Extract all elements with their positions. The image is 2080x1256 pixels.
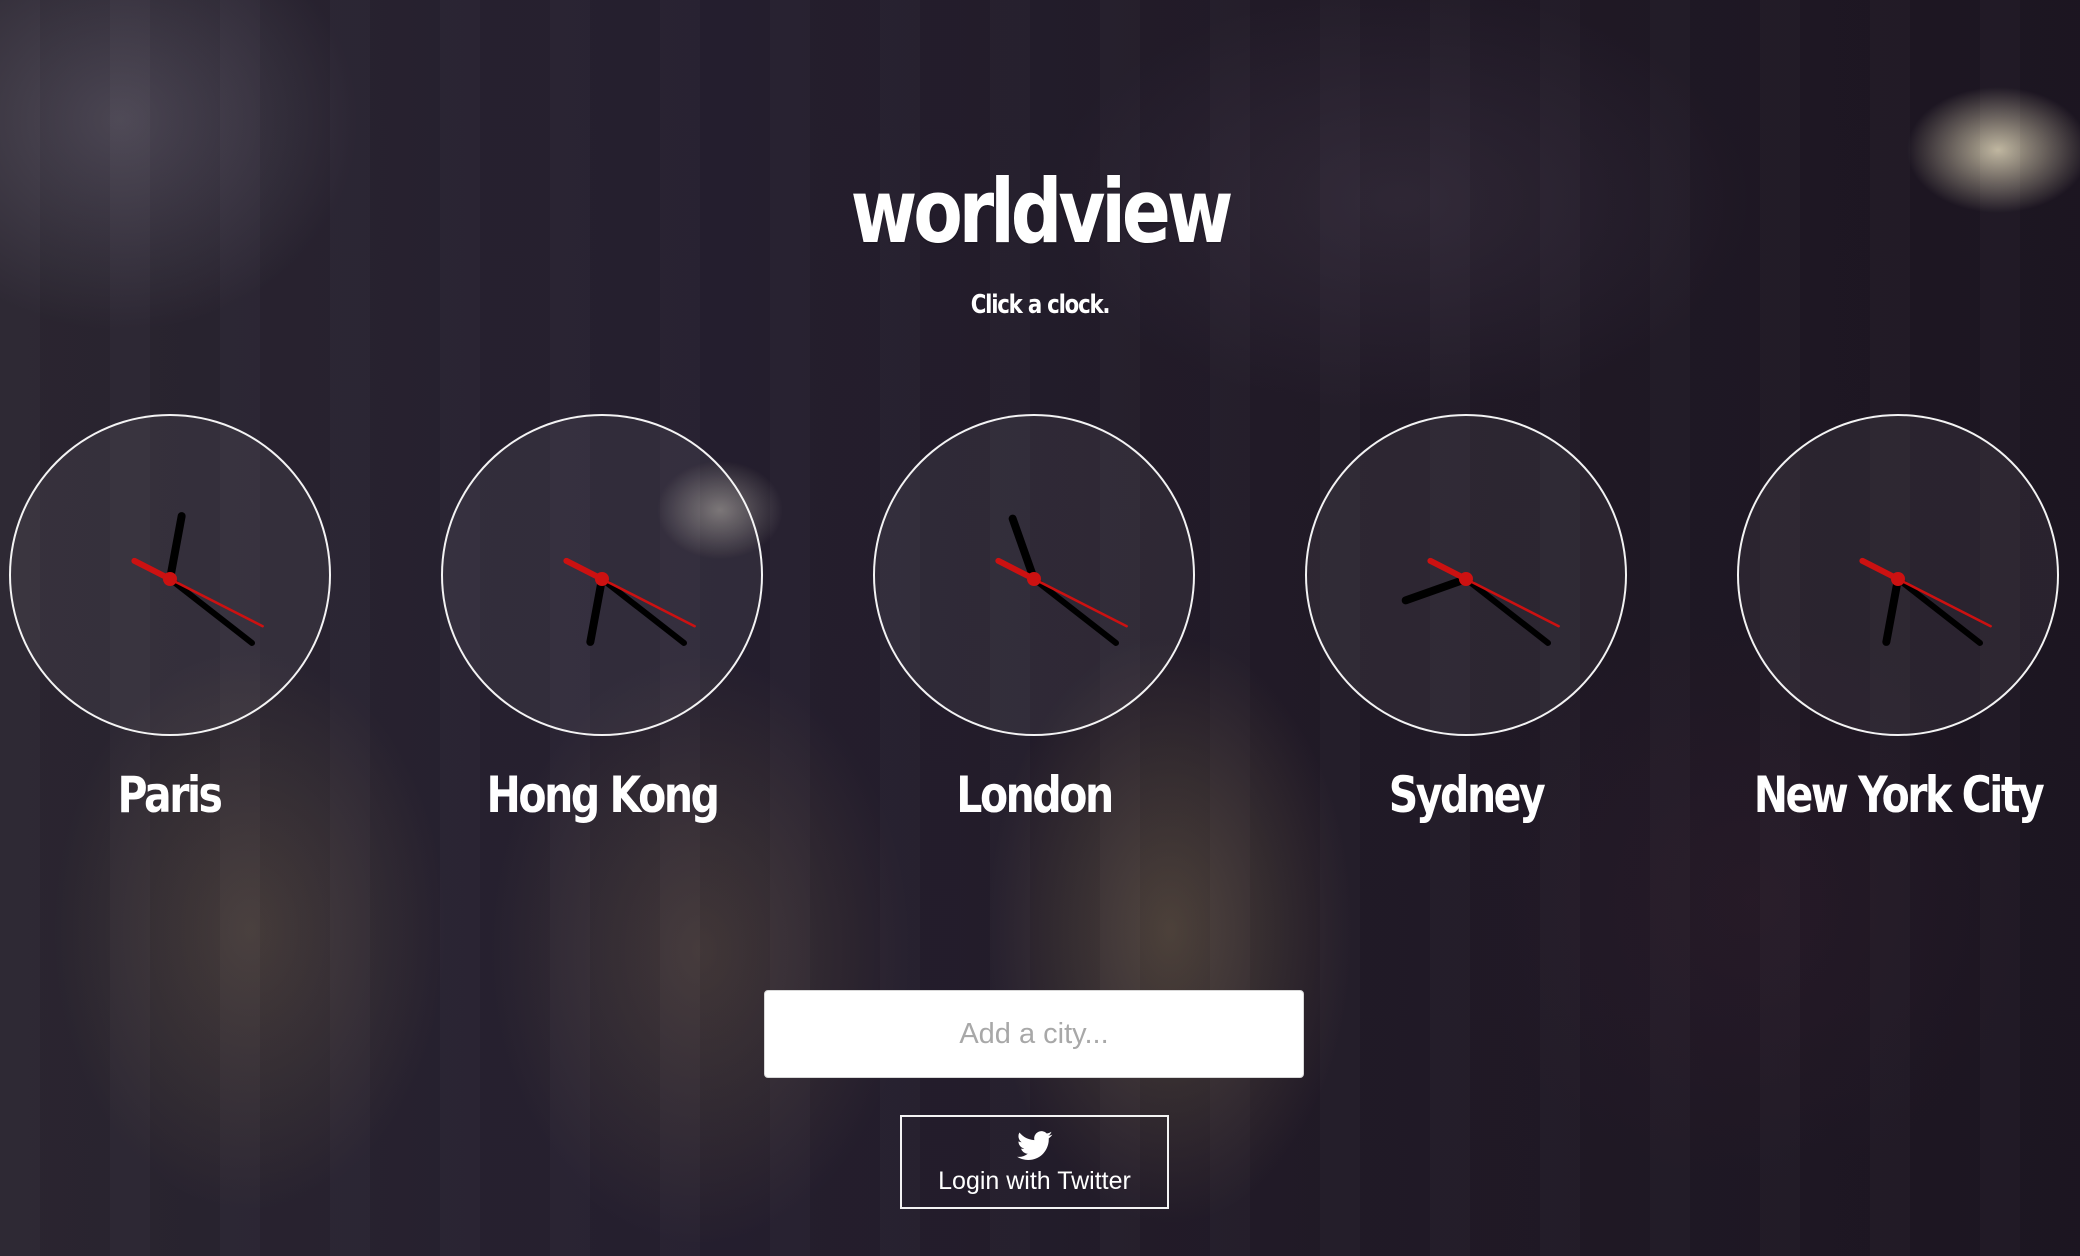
twitter-bird-icon (1017, 1131, 1053, 1161)
hour-hand (1401, 575, 1470, 605)
login-with-twitter-button[interactable]: Login with Twitter (900, 1115, 1169, 1209)
clock-new-york-city[interactable] (1737, 414, 2059, 736)
clock-center-dot (1459, 572, 1473, 586)
clock-face (995, 514, 1128, 646)
minute-hand (167, 576, 256, 646)
clock-london[interactable] (873, 414, 1195, 736)
app-title: worldview (850, 160, 1234, 263)
clock-center-dot (1891, 572, 1905, 586)
hour-hand (166, 512, 186, 583)
clock-face (1401, 557, 1560, 646)
clock-hong-kong[interactable] (441, 414, 763, 736)
city-label-paris[interactable]: Paris (0, 766, 341, 824)
clock-face (131, 512, 264, 646)
city-label-london[interactable]: London (862, 766, 1206, 824)
clock-center-dot (163, 572, 177, 586)
minute-hand (599, 576, 688, 646)
city-label-new-york-city[interactable]: New York City (1726, 766, 2070, 824)
hour-hand (586, 575, 606, 646)
clock-paris[interactable] (9, 414, 331, 736)
city-label-hong-kong[interactable]: Hong Kong (430, 766, 774, 824)
app-subtitle: Click a clock. (970, 290, 1111, 320)
city-label-sydney[interactable]: Sydney (1294, 766, 1638, 824)
add-city-input[interactable] (764, 990, 1304, 1078)
clock-center-dot (1027, 572, 1041, 586)
minute-hand (1463, 576, 1552, 646)
clock-center-dot (595, 572, 609, 586)
clock-face (563, 557, 696, 646)
clock-sydney[interactable] (1305, 414, 1627, 736)
minute-hand (1031, 576, 1120, 646)
minute-hand (1895, 576, 1984, 646)
clock-face (1859, 557, 1992, 646)
hour-hand (1882, 575, 1902, 646)
login-button-label: Login with Twitter (938, 1167, 1131, 1195)
